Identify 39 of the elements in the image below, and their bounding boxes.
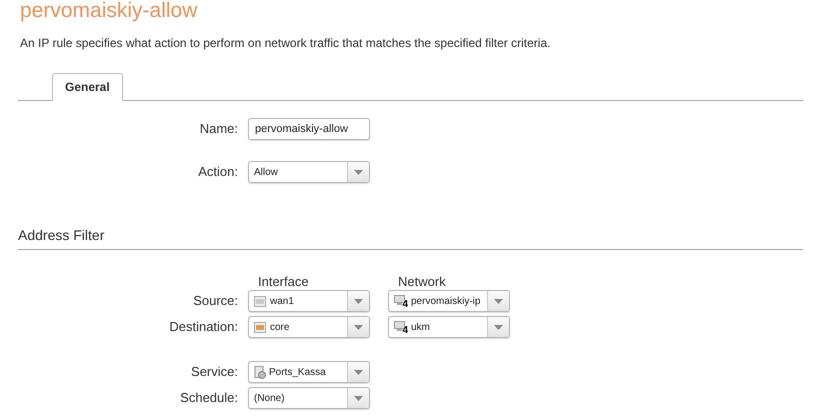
field-label: Name: — [198, 120, 239, 138]
tab[interactable]: General — [52, 73, 123, 101]
name-field[interactable]: pervomaiskiy-allow — [248, 118, 370, 140]
ipv4-label: 4 — [402, 326, 408, 336]
dropdown[interactable]: Ports_Kassa — [248, 361, 370, 383]
field-label: Destination: — [168, 318, 239, 336]
field-label: Service: — [190, 363, 239, 382]
dropdown[interactable]: wan1 — [248, 290, 370, 312]
section-heading: Address Filter — [18, 227, 104, 243]
dropdown-value: core — [270, 320, 290, 334]
dropdown-value: ukm — [411, 320, 430, 334]
page-title: pervomaiskiy-allow — [20, 0, 198, 21]
service-icon — [254, 366, 266, 378]
caret-icon — [494, 298, 503, 304]
network-port-icon — [254, 322, 266, 332]
description: An IP rule specifies what action to perform on network traffic that matches the specified filter criteria. — [20, 35, 552, 52]
network-port-icon — [254, 296, 266, 306]
dropdown-value: wan1 — [270, 294, 294, 308]
caret-icon — [494, 324, 503, 330]
dropdown[interactable]: 4 pervomaiskiy-ip — [388, 290, 510, 312]
caret-icon — [354, 298, 363, 304]
dropdown-value: Allow — [254, 166, 278, 180]
caret-icon — [354, 396, 363, 400]
dropdown[interactable]: Allow — [248, 161, 370, 183]
column-header: Network — [398, 275, 447, 289]
dropdown[interactable]: (None) — [248, 387, 370, 409]
ipv4-label: 4 — [402, 300, 408, 310]
field-label: Schedule: — [179, 389, 239, 408]
dropdown-value: pervomaiskiy-ip — [411, 294, 480, 308]
field-label: Source: — [192, 292, 239, 310]
caret-icon — [354, 170, 363, 174]
field-label: Action: — [197, 163, 239, 182]
dropdown[interactable]: 4 ukm — [388, 316, 510, 338]
dropdown-value: Ports_Kassa — [269, 366, 326, 380]
dropdown[interactable]: core — [248, 316, 370, 338]
dropdown-value: (None) — [254, 392, 285, 406]
caret-icon — [354, 324, 363, 330]
column-header: Interface — [258, 275, 310, 289]
caret-icon — [354, 370, 363, 374]
